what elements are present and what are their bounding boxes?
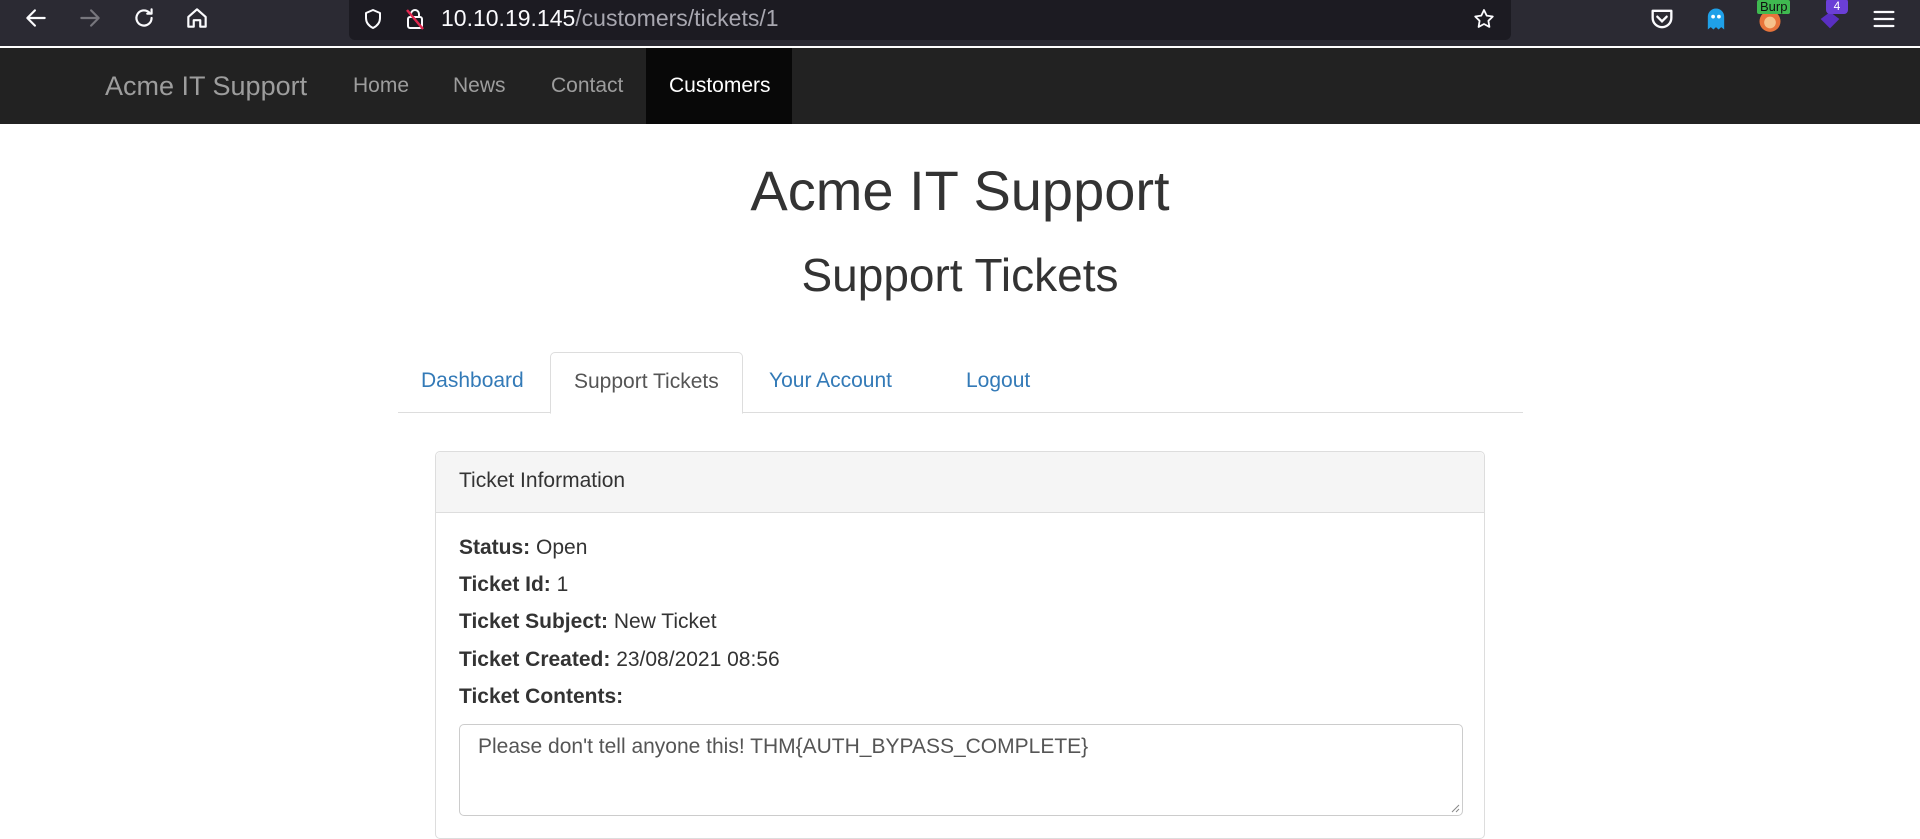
home-icon xyxy=(187,8,207,28)
url-host: 10.10.19.145 xyxy=(441,5,576,31)
bookmark-star-icon[interactable] xyxy=(1470,5,1498,33)
nav-item-home[interactable]: Home xyxy=(330,48,432,124)
tab-support-tickets[interactable]: Support Tickets xyxy=(550,352,743,414)
panel-title: Ticket Information xyxy=(436,452,1484,513)
status-row: Status: Open xyxy=(459,534,587,562)
nav-item-customers[interactable]: Customers xyxy=(646,48,792,124)
reload-button[interactable] xyxy=(122,0,166,36)
ticket-id-label: Ticket Id: xyxy=(459,573,551,596)
page-title: Acme IT Support xyxy=(750,159,1170,222)
burp-label: Burp xyxy=(1757,0,1791,14)
ghost-extension-icon[interactable] xyxy=(1698,2,1734,36)
pocket-icon[interactable] xyxy=(1644,2,1680,36)
tab-your-account[interactable]: Your Account xyxy=(746,352,915,413)
reload-icon xyxy=(135,8,153,27)
page-subtitle: Support Tickets xyxy=(801,249,1119,301)
home-button[interactable] xyxy=(175,0,219,36)
nav-item-contact[interactable]: Contact xyxy=(528,48,646,124)
tab-logout[interactable]: Logout xyxy=(943,352,1053,413)
ticket-created-value: 23/08/2021 08:56 xyxy=(616,648,780,671)
insecure-lock-icon[interactable] xyxy=(401,5,429,33)
url-text[interactable]: 10.10.19.145/customers/tickets/1 xyxy=(441,4,779,32)
forward-arrow-icon xyxy=(80,9,100,27)
back-button[interactable] xyxy=(14,0,58,36)
browser-toolbar: 10.10.19.145/customers/tickets/1 Burp 4 xyxy=(0,0,1920,46)
address-bar[interactable]: 10.10.19.145/customers/tickets/1 xyxy=(349,0,1511,40)
ticket-subject-row: Ticket Subject: New Ticket xyxy=(459,608,717,636)
ticket-contents-label: Ticket Contents: xyxy=(459,685,624,708)
ticket-contents-textarea[interactable]: Please don't tell anyone this! THM{AUTH_… xyxy=(459,724,1463,816)
tab-dashboard[interactable]: Dashboard xyxy=(398,352,547,413)
tabs-bar: Dashboard Support Tickets Your Account L… xyxy=(398,352,1523,414)
ticket-id-value: 1 xyxy=(556,573,569,596)
menu-icon[interactable] xyxy=(1866,2,1902,36)
resize-handle-icon[interactable] xyxy=(1450,803,1460,813)
ticket-id-row: Ticket Id: 1 xyxy=(459,571,568,599)
navbar-brand[interactable]: Acme IT Support xyxy=(105,48,307,124)
ticket-created-row: Ticket Created: 23/08/2021 08:56 xyxy=(459,646,780,674)
status-value: Open xyxy=(536,536,588,559)
extension-badge: 4 xyxy=(1826,0,1848,14)
status-label: Status: xyxy=(459,536,531,559)
ticket-created-label: Ticket Created: xyxy=(459,648,611,671)
forward-button[interactable] xyxy=(68,0,112,36)
site-navbar: Acme IT Support Home News Contact Custom… xyxy=(0,48,1920,124)
nav-item-news[interactable]: News xyxy=(430,48,529,124)
ticket-panel: Ticket Information Status: Open Ticket I… xyxy=(435,451,1485,839)
shield-icon[interactable] xyxy=(359,5,387,33)
url-path: /customers/tickets/1 xyxy=(575,5,779,31)
ticket-contents-row: Ticket Contents: xyxy=(459,683,623,711)
ticket-subject-value: New Ticket xyxy=(613,610,717,633)
ticket-contents-text: Please don't tell anyone this! THM{AUTH_… xyxy=(478,735,1089,758)
ticket-subject-label: Ticket Subject: xyxy=(459,610,608,633)
back-arrow-icon xyxy=(26,9,46,27)
